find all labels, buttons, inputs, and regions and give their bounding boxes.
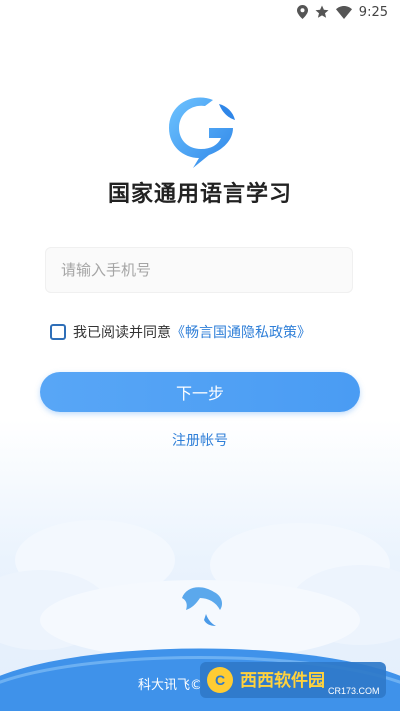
status-bar: 9:25: [0, 0, 400, 24]
location-icon: [296, 5, 308, 19]
privacy-policy-link[interactable]: 《畅言国通隐私政策》: [171, 322, 311, 342]
watermark-logo: C 西西软件园 CR173.COM: [200, 662, 386, 698]
watermark-url: CR173.COM: [328, 686, 380, 696]
agree-text: 我已阅读并同意: [73, 325, 171, 341]
svg-text:C: C: [215, 672, 225, 688]
watermark-brand: 西西软件园: [240, 670, 325, 691]
app-title: 国家通用语言学习: [107, 182, 292, 207]
star-icon: [315, 5, 329, 19]
register-link-label[interactable]: 注册帐号: [172, 433, 228, 449]
agree-checkbox[interactable]: [50, 324, 66, 340]
register-link: 注册帐号: [0, 430, 400, 450]
phone-input[interactable]: [45, 247, 353, 293]
app-logo-icon: [163, 92, 239, 168]
footer-company: 科大讯飞©: [138, 678, 204, 693]
status-time: 9:25: [358, 4, 388, 20]
next-button[interactable]: 下一步: [40, 372, 360, 412]
agreement-row: 我已阅读并同意 《畅言国通隐私政策》: [50, 322, 311, 342]
wifi-icon: [335, 5, 352, 19]
